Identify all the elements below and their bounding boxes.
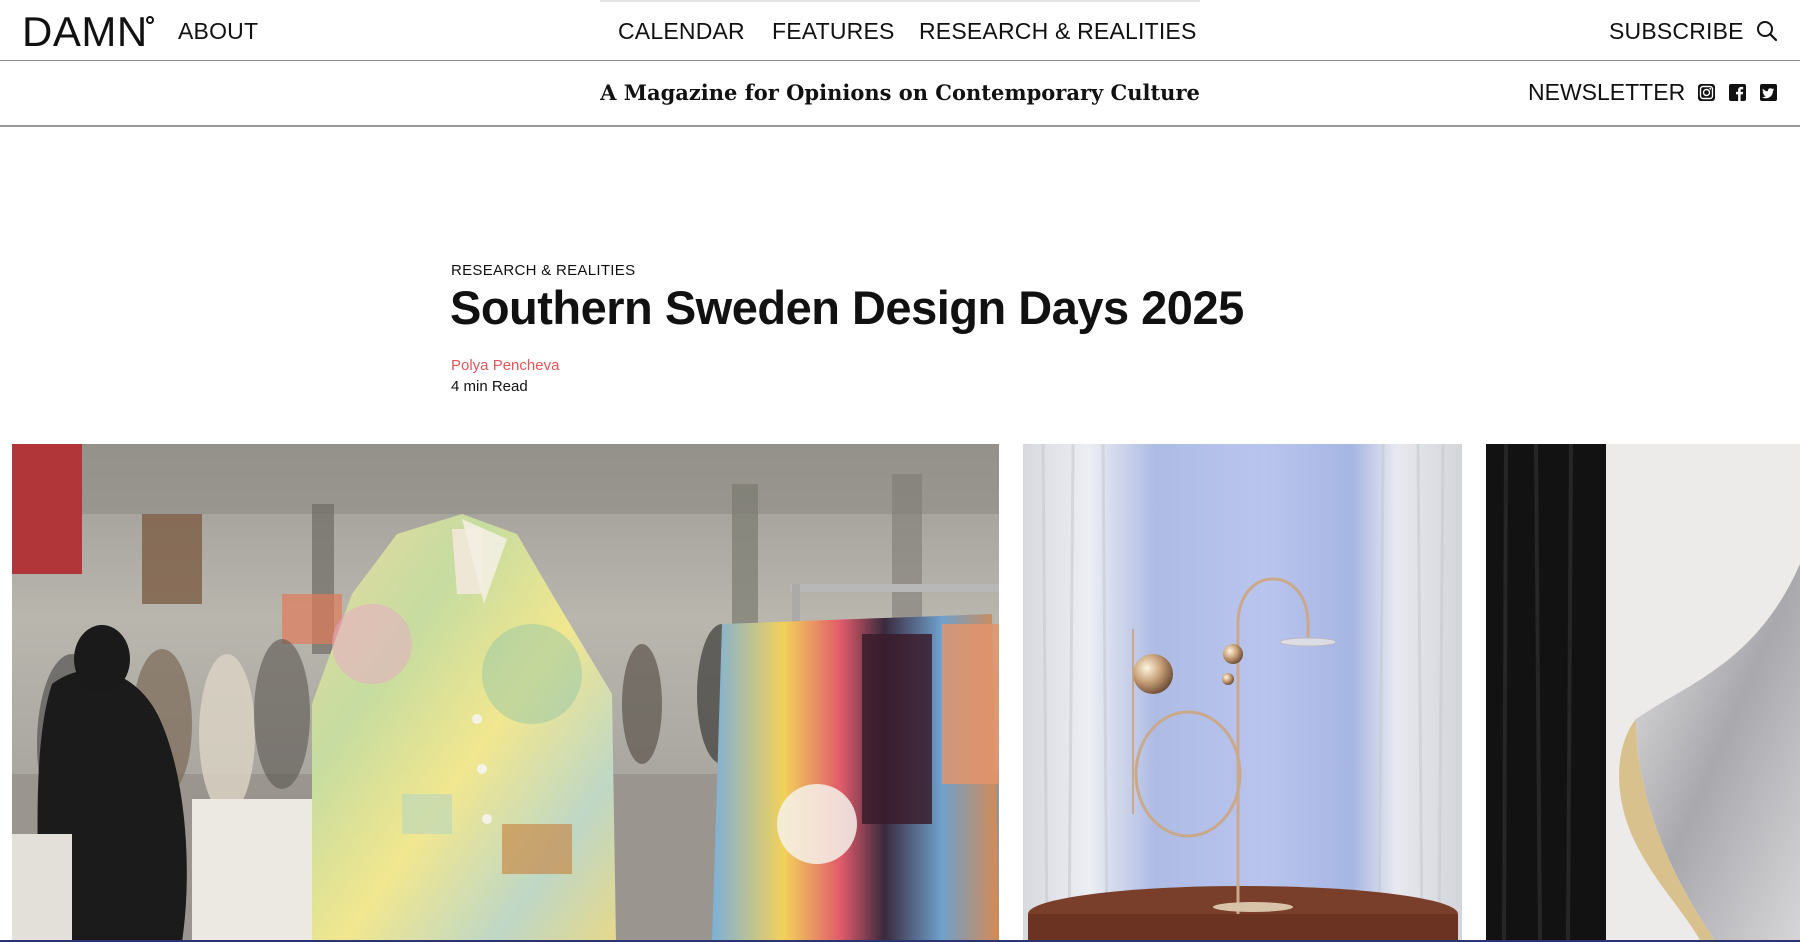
nav-research-realities[interactable]: RESEARCH & REALITIES: [919, 18, 1197, 45]
search-icon[interactable]: [1756, 20, 1778, 42]
newsletter-link[interactable]: NEWSLETTER: [1528, 79, 1685, 106]
nav-subscribe[interactable]: SUBSCRIBE: [1609, 18, 1744, 45]
read-time: 4 min Read: [451, 378, 528, 395]
site-logo[interactable]: DAMN: [22, 10, 148, 54]
article-title: Southern Sweden Design Days 2025: [450, 281, 1244, 334]
nav-features[interactable]: FEATURES: [772, 18, 895, 45]
twitter-icon[interactable]: [1759, 83, 1778, 102]
article-category[interactable]: RESEARCH & REALITIES: [451, 262, 635, 279]
nav-about[interactable]: ABOUT: [178, 18, 258, 45]
gallery-image-lamp[interactable]: [1023, 444, 1462, 942]
gallery-image-material[interactable]: [1486, 444, 1800, 942]
gallery-image-jacket[interactable]: [12, 444, 999, 942]
logo-degree-mark: [146, 16, 154, 24]
image-gallery[interactable]: [0, 444, 1800, 942]
instagram-icon[interactable]: [1697, 83, 1716, 102]
sub-header: A Magazine for Opinions on Contemporary …: [0, 62, 1800, 127]
tagline-text: A Magazine for Opinions on Contemporary …: [600, 80, 1200, 105]
nav-calendar[interactable]: CALENDAR: [618, 18, 745, 45]
top-navigation: DAMN ABOUT CALENDAR FEATURES RESEARCH & …: [0, 0, 1800, 61]
scroll-progress-bar: [600, 0, 1200, 2]
facebook-icon[interactable]: [1728, 83, 1747, 102]
article-author[interactable]: Polya Pencheva: [451, 357, 559, 374]
